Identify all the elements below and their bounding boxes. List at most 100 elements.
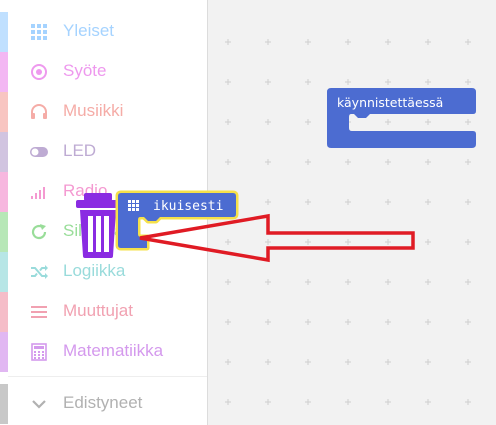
grid-cross [345,239,351,245]
toolbox-category-label: Syöte [63,61,107,80]
grid-cross [465,319,471,325]
grid-cross [265,39,271,45]
grid-cross [225,279,231,285]
grid-cross [425,359,431,365]
grid-cross [385,39,391,45]
loop-icon [29,222,49,242]
toolbox-category-label: Edistyneet [63,393,143,412]
category-color-stripe [0,52,8,92]
grid-cross [345,319,351,325]
toolbox-category-muuttujat[interactable]: Muuttujat [0,292,207,332]
category-color-stripe [0,132,8,172]
grid-cross [265,199,271,205]
category-color-stripe [0,332,8,372]
chevron-down-icon [29,394,49,414]
grid-cross [265,79,271,85]
grid-cross [425,399,431,405]
grid-cross [465,79,471,85]
grid-cross [385,399,391,405]
grid-cross [385,319,391,325]
category-color-stripe [0,252,8,292]
grid-cross [265,359,271,365]
grid-icon [128,200,139,211]
grid-cross [305,359,311,365]
grid-cross [345,159,351,165]
grid-cross [345,79,351,85]
category-color-stripe [0,212,8,252]
grid-cross [425,319,431,325]
toolbox-category-label: Yleiset [63,21,115,40]
category-color-stripe [0,92,8,132]
grid-cross [305,159,311,165]
signal-icon [29,182,49,202]
grid-cross [385,279,391,285]
grid-cross [265,159,271,165]
grid-cross [265,119,271,125]
headphones-icon [29,102,49,122]
grid-cross [305,399,311,405]
grid-cross [425,39,431,45]
grid-cross [265,239,271,245]
toolbox-category-led[interactable]: LED [0,132,207,172]
grid-cross [345,39,351,45]
grid-cross [345,399,351,405]
toolbox-category-label: Musiikki [63,101,124,120]
grid-icon [29,22,49,42]
category-color-stripe [0,292,8,332]
grid-cross [425,159,431,165]
grid-cross [465,199,471,205]
grid-cross [345,199,351,205]
grid-cross [425,79,431,85]
toolbox-divider [8,376,207,377]
workspace[interactable]: käynnistettäessä [208,0,496,425]
grid-cross [305,319,311,325]
grid-cross [425,239,431,245]
lines-icon [29,302,49,322]
grid-cross [225,159,231,165]
grid-cross [345,279,351,285]
grid-cross [265,279,271,285]
grid-cross [385,79,391,85]
grid-cross [465,399,471,405]
grid-cross [465,239,471,245]
grid-cross [465,279,471,285]
grid-cross [305,279,311,285]
grid-cross [225,39,231,45]
toolbox-category-label: Muuttujat [63,301,133,320]
grid-cross [385,119,391,125]
grid-cross [305,79,311,85]
grid-cross [385,239,391,245]
grid-cross [465,39,471,45]
trash-icon[interactable] [76,193,120,258]
toolbox-category-matematiikka[interactable]: Matematiikka [0,332,207,372]
toggle-icon [29,142,49,162]
grid-cross [265,399,271,405]
target-icon [29,62,49,82]
grid-cross [385,359,391,365]
on-start-label: käynnistettäessä [337,95,443,110]
grid-cross [305,39,311,45]
toolbox-category-edistyneet[interactable]: Edistyneet [0,384,207,424]
grid-cross [345,359,351,365]
category-color-stripe [0,12,8,52]
toolbox-category-musiikki[interactable]: Musiikki [0,92,207,132]
grid-cross [305,119,311,125]
forever-label: ikuisesti [153,199,223,214]
grid-cross [265,319,271,325]
toolbox-category-syöte[interactable]: Syöte [0,52,207,92]
grid-cross [225,119,231,125]
toolbox-category-label: Logiikka [63,261,126,280]
grid-cross [465,359,471,365]
shuffle-icon [29,262,49,282]
toolbox-category-yleiset[interactable]: Yleiset [0,12,207,52]
grid-cross [385,159,391,165]
grid-cross [305,239,311,245]
grid-cross [225,239,231,245]
category-color-stripe [0,384,8,424]
toolbox-category-label: LED [63,141,97,160]
toolbox-category-label: Matematiikka [63,341,164,360]
grid-cross [425,119,431,125]
workspace-grid [225,39,471,405]
grid-cross [225,399,231,405]
grid-cross [425,279,431,285]
